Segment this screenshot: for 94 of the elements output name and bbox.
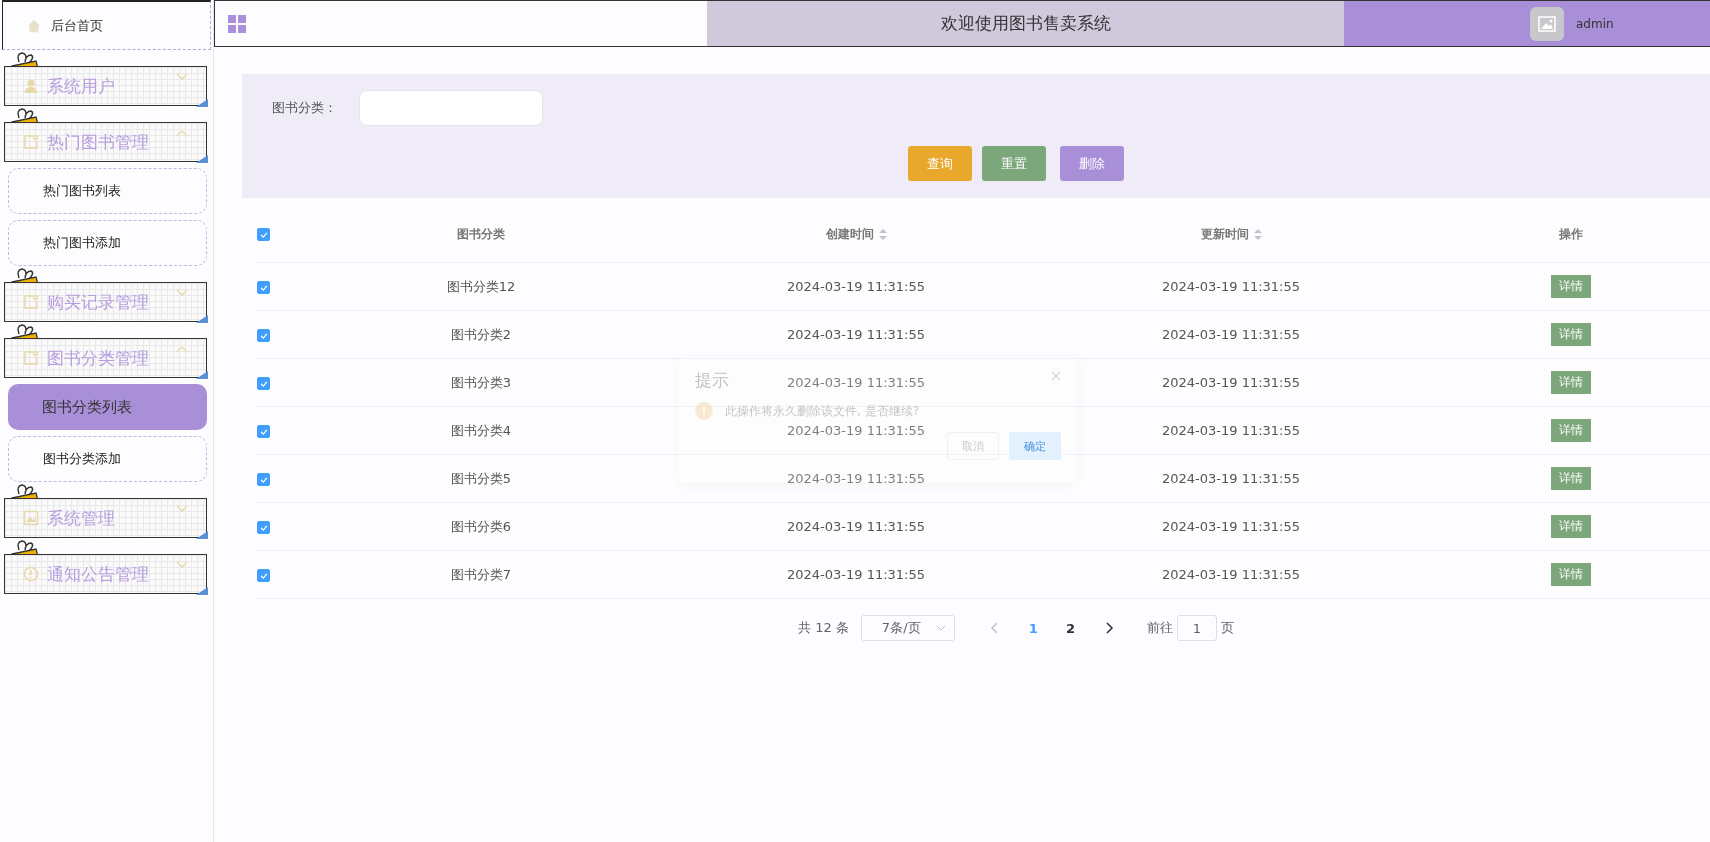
page-size-select[interactable]: 7条/页	[860, 615, 955, 641]
row-checkbox[interactable]	[257, 425, 270, 438]
total-count: 共 12 条	[798, 619, 849, 637]
table-cell: 2024-03-19 11:31:55	[786, 327, 926, 342]
table-cell: 2024-03-19 11:31:55	[786, 519, 926, 534]
table-cell: 2024-03-19 11:31:55	[1161, 471, 1301, 486]
detail-button[interactable]: 详情	[1551, 275, 1591, 298]
chevron-down-icon	[935, 625, 946, 631]
sort-icon[interactable]	[878, 228, 887, 240]
column-header: 创建时间	[825, 225, 874, 243]
table-cell: 图书分类5	[450, 470, 512, 486]
menu-item[interactable]: 热门图书管理	[4, 122, 207, 162]
detail-button[interactable]: 详情	[1551, 515, 1591, 538]
row-checkbox[interactable]	[257, 281, 270, 294]
field-label: 图书分类：	[272, 99, 337, 117]
menu-item[interactable]: 购买记录管理	[4, 282, 207, 322]
folded-corner-icon	[196, 99, 208, 107]
chevron-icon	[176, 129, 188, 137]
table-cell: 2024-03-19 11:31:55	[1161, 327, 1301, 342]
folded-corner-icon	[196, 587, 208, 595]
table-cell: 图书分类3	[450, 374, 512, 390]
row-checkbox[interactable]	[257, 329, 270, 342]
detail-button[interactable]: 详情	[1551, 419, 1591, 442]
avatar-image-icon[interactable]	[1530, 6, 1564, 41]
menu-item[interactable]: 通知公告管理	[4, 554, 207, 594]
goto-label: 前往	[1146, 619, 1173, 637]
previous-page-icon[interactable]	[988, 622, 1001, 634]
info-icon	[23, 566, 39, 582]
action-button[interactable]: 查询	[908, 146, 972, 181]
page-suffix: 页	[1220, 619, 1234, 637]
dialog-title: 提示	[695, 369, 729, 392]
dialog-button[interactable]: 确定	[1009, 432, 1061, 460]
row-checkbox[interactable]	[257, 521, 270, 534]
menu-item[interactable]: 系统用户	[4, 66, 207, 106]
chevron-icon	[176, 289, 188, 297]
table-cell: 2024-03-19 11:31:55	[1161, 423, 1301, 438]
table-cell: 2024-03-19 11:31:55	[1161, 519, 1301, 534]
table-cell: 2024-03-19 11:31:55	[786, 471, 926, 486]
note-icon	[23, 134, 39, 150]
table-cell: 2024-03-19 11:31:55	[786, 567, 926, 582]
detail-button[interactable]: 详情	[1551, 563, 1591, 586]
table-cell: 2024-03-19 11:31:55	[786, 279, 926, 294]
column-header: 图书分类	[457, 225, 505, 243]
submenu-item[interactable]: 热门图书添加	[8, 220, 207, 266]
sort-icon[interactable]	[1253, 228, 1262, 240]
submenu-item[interactable]: 图书分类添加	[8, 436, 207, 482]
menu-item[interactable]: 图书分类管理	[4, 338, 207, 378]
grid-menu-icon[interactable]	[227, 13, 247, 34]
row-checkbox[interactable]	[257, 569, 270, 582]
folded-corner-icon	[196, 315, 208, 323]
user-icon	[23, 78, 39, 94]
page-number[interactable]: 2	[1057, 620, 1083, 636]
submenu-item[interactable]: 热门图书列表	[8, 168, 207, 214]
table-cell: 2024-03-19 11:31:55	[786, 375, 926, 390]
chevron-icon	[176, 345, 188, 353]
chevron-icon	[176, 561, 188, 569]
table-cell: 图书分类7	[450, 566, 512, 582]
table-cell: 图书分类12	[446, 278, 516, 294]
detail-button[interactable]: 详情	[1551, 371, 1591, 394]
category-input-field[interactable]	[359, 90, 543, 126]
chevron-icon	[176, 73, 188, 81]
home-menu-item[interactable]: 后台首页	[2, 0, 211, 50]
row-checkbox[interactable]	[257, 377, 270, 390]
page-title: 欢迎使用图书售卖系统	[940, 12, 1111, 35]
submenu-item[interactable]: 图书分类列表	[8, 384, 207, 430]
action-button[interactable]: 删除	[1060, 146, 1124, 181]
table-cell: 图书分类4	[450, 422, 512, 438]
select-all-checkbox[interactable]	[257, 228, 270, 241]
column-header: 更新时间	[1200, 225, 1249, 243]
folded-corner-icon	[196, 155, 208, 163]
note-icon	[23, 350, 39, 366]
page-number[interactable]: 1	[1020, 620, 1046, 636]
table-cell: 2024-03-19 11:31:55	[1161, 279, 1301, 294]
table-cell: 2024-03-19 11:31:55	[1161, 567, 1301, 582]
note-icon	[23, 294, 39, 310]
image-icon	[23, 510, 39, 526]
username[interactable]: admin	[1576, 16, 1614, 31]
column-header: 操作	[1559, 225, 1583, 243]
home-icon	[27, 18, 41, 33]
detail-button[interactable]: 详情	[1551, 467, 1591, 490]
table-cell: 图书分类6	[450, 518, 512, 534]
table-cell: 图书分类2	[450, 326, 512, 342]
action-button[interactable]: 重置	[982, 146, 1046, 181]
page-jump-field[interactable]: 1	[1176, 615, 1217, 641]
row-checkbox[interactable]	[257, 473, 270, 486]
folded-corner-icon	[196, 371, 208, 379]
folded-corner-icon	[196, 531, 208, 539]
menu-item[interactable]: 系统管理	[4, 498, 207, 538]
table-cell: 2024-03-19 11:31:55	[786, 423, 926, 438]
close-icon[interactable]	[1051, 371, 1061, 381]
chevron-icon	[176, 505, 188, 513]
detail-button[interactable]: 详情	[1551, 323, 1591, 346]
warning-icon	[695, 402, 713, 420]
table-cell: 2024-03-19 11:31:55	[1161, 375, 1301, 390]
